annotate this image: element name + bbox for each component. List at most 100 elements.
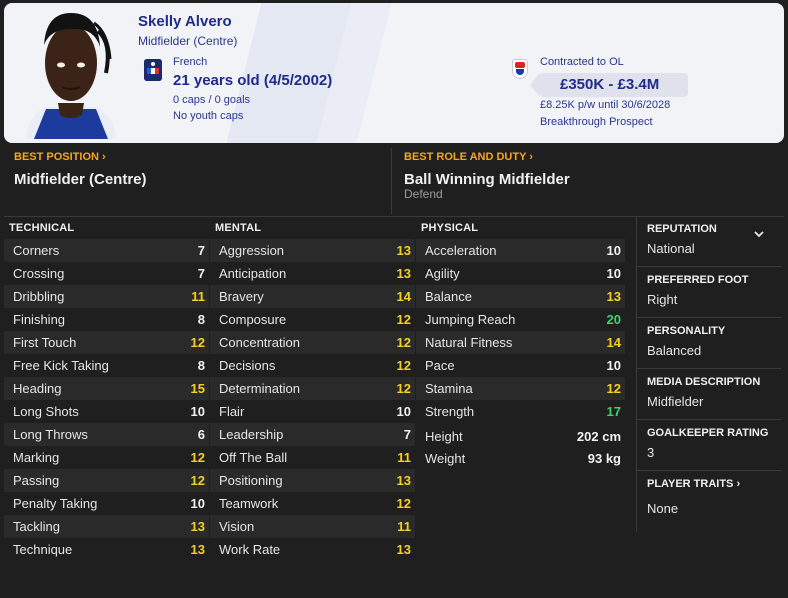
attribute-name: Work Rate <box>219 542 281 557</box>
attribute-row[interactable]: Flair 10 <box>210 400 415 423</box>
attribute-name: Anticipation <box>219 266 287 281</box>
attribute-name: Positioning <box>219 473 283 488</box>
attribute-value: 6 <box>197 427 205 442</box>
best-position-link[interactable]: BEST POSITION › <box>14 151 106 163</box>
attribute-row[interactable]: Long Shots 10 <box>4 400 209 423</box>
contract-club[interactable]: Contracted to OL <box>540 56 624 68</box>
attribute-value: 7 <box>197 266 205 281</box>
player-header: Skelly Alvero Midfielder (Centre) French… <box>4 3 784 143</box>
attribute-row[interactable]: Bravery 14 <box>210 285 415 308</box>
physical-attributes: PHYSICAL Acceleration 10 Agility 10 Balance 1… <box>416 222 625 470</box>
weight-row: Weight 93 kg <box>416 448 625 470</box>
attribute-row[interactable]: Determination 12 <box>210 377 415 400</box>
goalkeeper-rating-block: GOALKEEPER RATING 3 <box>637 420 781 471</box>
attribute-row[interactable]: Concentration 12 <box>210 331 415 354</box>
attribute-row[interactable]: Balance 13 <box>416 285 625 308</box>
preferred-foot-value: Right <box>647 292 678 307</box>
goalkeeper-rating-value: 3 <box>647 445 655 460</box>
chevron-down-icon[interactable] <box>753 228 765 240</box>
attribute-row[interactable]: Finishing 8 <box>4 308 209 331</box>
attribute-name: Corners <box>13 243 60 258</box>
attribute-row[interactable]: Agility 10 <box>416 262 625 285</box>
attribute-value: 14 <box>606 335 621 350</box>
attribute-name: Agility <box>425 266 460 281</box>
attribute-value: 13 <box>190 519 205 534</box>
attribute-value: 10 <box>190 404 205 419</box>
attribute-name: Free Kick Taking <box>13 358 109 373</box>
attribute-row[interactable]: Technique 13 <box>4 538 209 561</box>
player-traits-block: PLAYER TRAITS › None <box>637 471 781 525</box>
attribute-name: Concentration <box>219 335 300 350</box>
attribute-row[interactable]: Acceleration 10 <box>416 239 625 262</box>
attribute-row[interactable]: Leadership 7 <box>210 423 415 446</box>
attribute-row[interactable]: Natural Fitness 14 <box>416 331 625 354</box>
attribute-row[interactable]: Composure 12 <box>210 308 415 331</box>
attribute-row[interactable]: Work Rate 13 <box>210 538 415 561</box>
attribute-value: 13 <box>190 542 205 557</box>
attribute-row[interactable]: Tackling 13 <box>4 515 209 538</box>
attribute-value: 11 <box>397 519 411 534</box>
attribute-value: 10 <box>396 404 411 419</box>
attribute-row[interactable]: Crossing 7 <box>4 262 209 285</box>
attribute-name: Jumping Reach <box>425 312 516 327</box>
attribute-name: Determination <box>219 381 300 396</box>
international-caps: 0 caps / 0 goals <box>173 94 251 106</box>
best-position-value: Midfielder (Centre) <box>14 171 147 188</box>
attribute-value: 12 <box>190 335 205 350</box>
best-role-link[interactable]: BEST ROLE AND DUTY › <box>404 151 533 163</box>
transfer-value: £350K - £3.4M <box>530 73 688 97</box>
attribute-row[interactable]: Off The Ball 11 <box>210 446 415 469</box>
media-description-value: Midfielder <box>647 394 704 409</box>
attribute-value: 8 <box>197 358 205 373</box>
attribute-row[interactable]: Pace 10 <box>416 354 625 377</box>
attribute-row[interactable]: Decisions 12 <box>210 354 415 377</box>
attribute-name: Finishing <box>13 312 66 327</box>
attribute-row[interactable]: Long Throws 6 <box>4 423 209 446</box>
attribute-row[interactable]: Teamwork 12 <box>210 492 415 515</box>
best-role-panel: BEST ROLE AND DUTY › Ball Winning Midfie… <box>394 148 784 214</box>
attribute-row[interactable]: Penalty Taking 10 <box>4 492 209 515</box>
attribute-row[interactable]: Stamina 12 <box>416 377 625 400</box>
attribute-row[interactable]: Vision 11 <box>210 515 415 538</box>
attribute-row[interactable]: Aggression 13 <box>210 239 415 262</box>
attribute-name: Penalty Taking <box>13 496 98 511</box>
attribute-value: 8 <box>197 312 205 327</box>
france-flag-icon <box>144 59 162 81</box>
attribute-value: 14 <box>396 289 411 304</box>
technical-attributes: TECHNICAL Corners 7 Crossing 7 Dribbling 11 Fi… <box>4 222 209 561</box>
attribute-row[interactable]: Jumping Reach 20 <box>416 308 625 331</box>
attribute-row[interactable]: Anticipation 13 <box>210 262 415 285</box>
attribute-name: Composure <box>219 312 287 327</box>
attribute-value: 17 <box>606 404 621 419</box>
attribute-value: 13 <box>396 266 411 281</box>
goalkeeper-rating-label: GOALKEEPER RATING <box>647 427 769 439</box>
attribute-row[interactable]: Heading 15 <box>4 377 209 400</box>
preferred-foot-block: PREFERRED FOOT Right <box>637 267 781 318</box>
attribute-row[interactable]: Passing 12 <box>4 469 209 492</box>
attribute-row[interactable]: Marking 12 <box>4 446 209 469</box>
height-label: Height <box>425 429 463 444</box>
reputation-block[interactable]: REPUTATION National <box>637 216 781 267</box>
attribute-value: 10 <box>606 243 621 258</box>
attribute-value: 13 <box>606 289 621 304</box>
attribute-value: 10 <box>190 496 205 511</box>
attribute-row[interactable]: Dribbling 11 <box>4 285 209 308</box>
ol-badge-icon[interactable] <box>512 59 528 79</box>
attribute-name: Marking <box>13 450 60 465</box>
attribute-value: 10 <box>606 358 621 373</box>
personality-block: PERSONALITY Balanced <box>637 318 781 369</box>
attribute-value: 12 <box>396 312 411 327</box>
attribute-row[interactable]: Free Kick Taking 8 <box>4 354 209 377</box>
player-traits-link[interactable]: PLAYER TRAITS › <box>647 478 740 490</box>
nationality[interactable]: French <box>173 56 207 68</box>
attribute-row[interactable]: First Touch 12 <box>4 331 209 354</box>
attribute-row[interactable]: Corners 7 <box>4 239 209 262</box>
attribute-row[interactable]: Strength 17 <box>416 400 625 423</box>
attribute-value: 10 <box>606 266 621 281</box>
media-description-block: MEDIA DESCRIPTION Midfielder <box>637 369 781 420</box>
attribute-row[interactable]: Positioning 13 <box>210 469 415 492</box>
player-traits-value: None <box>647 501 679 516</box>
attribute-name: Stamina <box>425 381 473 396</box>
youth-caps: No youth caps <box>173 110 244 122</box>
attribute-value: 7 <box>197 243 205 258</box>
